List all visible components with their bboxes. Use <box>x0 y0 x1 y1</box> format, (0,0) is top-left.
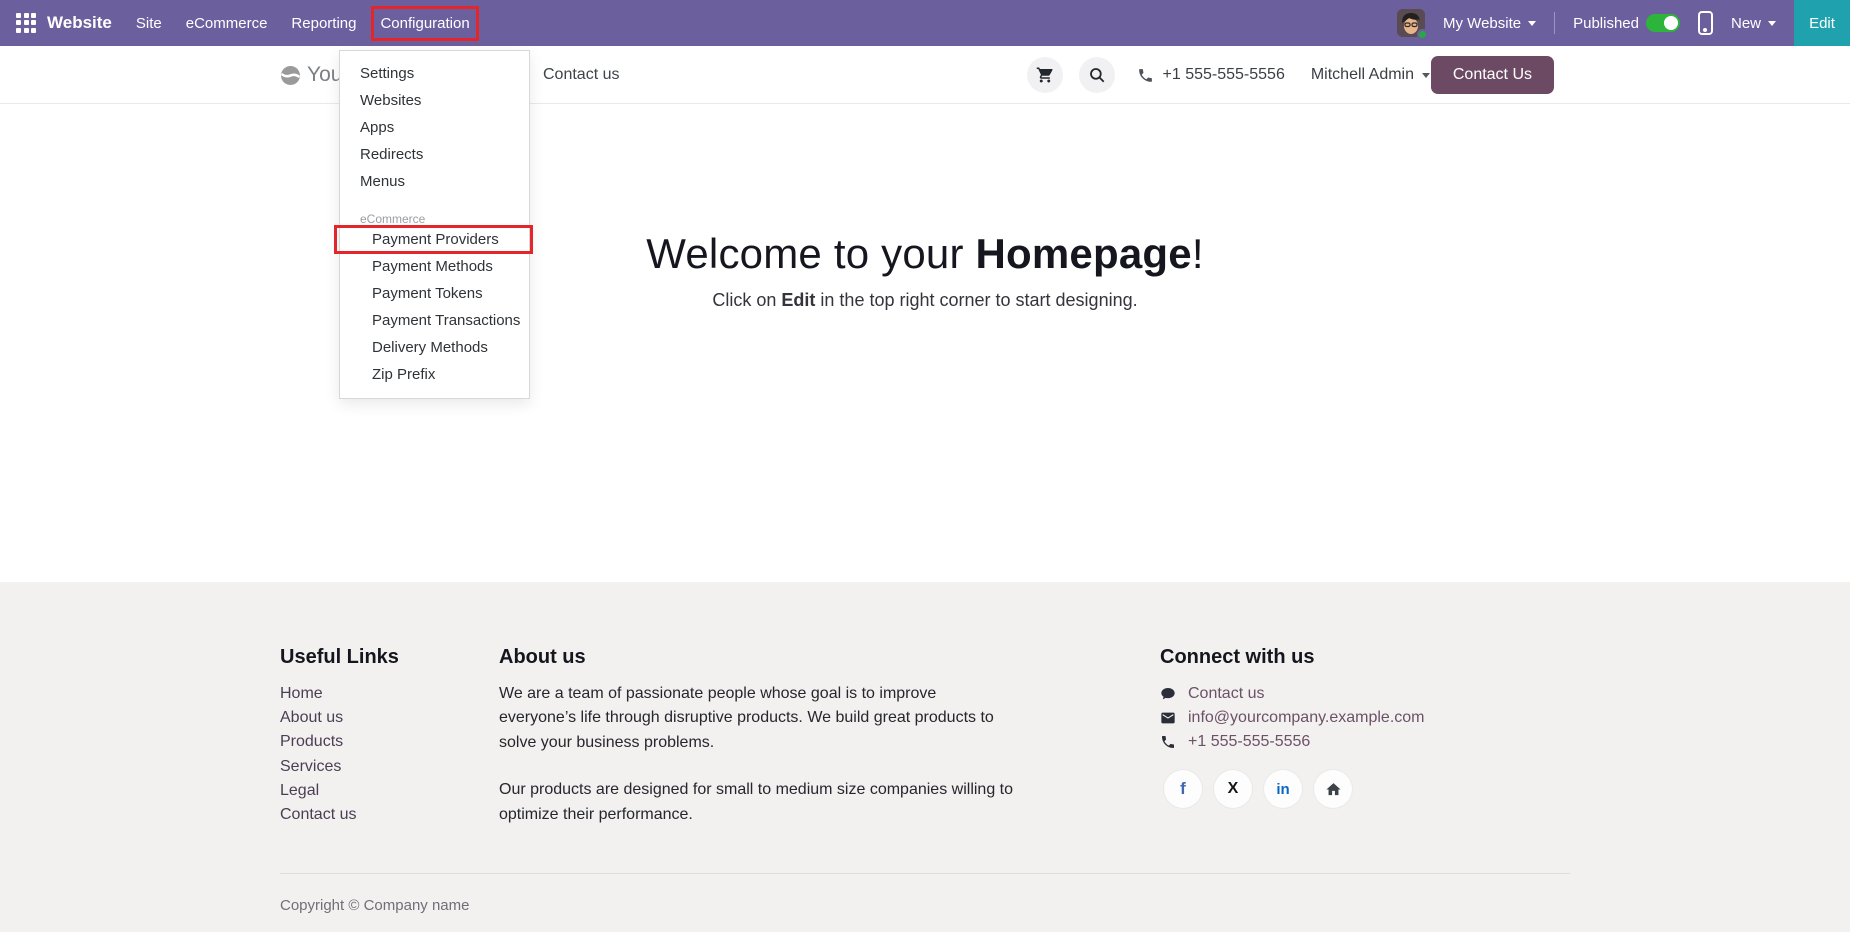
header-phone-number: +1 555-555-5556 <box>1163 66 1285 84</box>
apps-grid-icon[interactable] <box>16 13 37 34</box>
footer-link-products[interactable]: Products <box>280 730 399 754</box>
user-menu-label: Mitchell Admin <box>1311 66 1414 84</box>
header-nav-contact-us[interactable]: Contact us <box>543 46 619 104</box>
footer-email-link[interactable]: info@yourcompany.example.com <box>1160 706 1425 730</box>
menu-item-redirects[interactable]: Redirects <box>340 141 529 168</box>
footer-about-paragraph-2: Our products are designed for small to m… <box>499 778 1015 827</box>
chevron-down-icon <box>1768 21 1776 26</box>
configuration-dropdown: Settings Websites Apps Redirects Menus e… <box>339 50 530 399</box>
footer-heading-useful-links: Useful Links <box>280 646 399 669</box>
top-navbar: Website Site eCommerce Reporting Configu… <box>0 0 1850 46</box>
contact-us-button[interactable]: Contact Us <box>1431 56 1554 94</box>
company-logo-icon <box>280 65 301 86</box>
online-status-dot <box>1417 29 1428 40</box>
website-switcher-label: My Website <box>1443 15 1521 32</box>
navbar-menu-configuration[interactable]: Configuration <box>380 15 469 32</box>
social-linkedin-button[interactable]: in <box>1264 770 1302 808</box>
menu-item-payment-providers[interactable]: Payment Providers <box>340 226 529 253</box>
footer-link-services[interactable]: Services <box>280 755 399 779</box>
envelope-icon <box>1160 710 1176 726</box>
page-subtitle: Click on Edit in the top right corner to… <box>0 290 1850 311</box>
home-icon <box>1325 781 1342 798</box>
header-actions: +1 555-555-5556 Mitchell Admin <box>1027 46 1430 104</box>
cart-icon <box>1036 66 1054 84</box>
menu-item-menus[interactable]: Menus <box>340 168 529 195</box>
menu-item-apps[interactable]: Apps <box>340 114 529 141</box>
social-x-button[interactable]: X <box>1214 770 1252 808</box>
navbar-menu-ecommerce[interactable]: eCommerce <box>186 15 268 32</box>
footer-divider <box>280 873 1570 874</box>
footer-link-legal[interactable]: Legal <box>280 779 399 803</box>
cart-button[interactable] <box>1027 57 1063 93</box>
new-button-label: New <box>1731 15 1761 32</box>
user-avatar[interactable] <box>1397 9 1425 37</box>
menu-item-settings[interactable]: Settings <box>340 60 529 87</box>
footer-about: About us We are a team of passionate peo… <box>499 646 1015 827</box>
published-group: Published <box>1573 14 1680 32</box>
published-label: Published <box>1573 15 1639 32</box>
menu-item-delivery-methods[interactable]: Delivery Methods <box>340 334 529 361</box>
chat-icon <box>1160 686 1176 702</box>
footer-useful-links: Useful Links Home About us Products Serv… <box>280 646 399 827</box>
website-switcher[interactable]: My Website <box>1443 15 1536 32</box>
footer-contact-link[interactable]: Contact us <box>1160 682 1425 706</box>
phone-icon <box>1137 67 1154 84</box>
site-logo[interactable]: You <box>280 46 342 104</box>
phone-icon <box>1160 734 1176 750</box>
social-home-button[interactable] <box>1314 770 1352 808</box>
menu-item-zip-prefix[interactable]: Zip Prefix <box>340 361 529 388</box>
site-header: You Contact us +1 555-555-5556 Mit <box>0 46 1850 104</box>
edit-button[interactable]: Edit <box>1794 0 1850 46</box>
footer-link-contact-us[interactable]: Contact us <box>280 803 399 827</box>
footer-link-about-us[interactable]: About us <box>280 706 399 730</box>
dropdown-section-ecommerce: eCommerce <box>340 204 529 226</box>
linkedin-icon: in <box>1276 781 1289 798</box>
site-footer: Useful Links Home About us Products Serv… <box>0 582 1850 932</box>
search-button[interactable] <box>1079 57 1115 93</box>
facebook-icon: f <box>1180 779 1186 799</box>
footer-about-paragraph-1: We are a team of passionate people whose… <box>499 682 1015 755</box>
navbar-divider <box>1554 12 1555 34</box>
menu-item-payment-tokens[interactable]: Payment Tokens <box>340 280 529 307</box>
footer-link-home[interactable]: Home <box>280 682 399 706</box>
site-logo-text: You <box>307 63 342 87</box>
chevron-down-icon <box>1528 21 1536 26</box>
main-content: Welcome to your Homepage! Click on Edit … <box>0 104 1850 311</box>
navbar-menus: Site eCommerce Reporting Configuration <box>136 15 470 32</box>
footer-phone-link[interactable]: +1 555-555-5556 <box>1160 730 1425 754</box>
page-title: Welcome to your Homepage! <box>0 230 1850 278</box>
odoo-website-page: Website Site eCommerce Reporting Configu… <box>0 0 1850 932</box>
navbar-menu-reporting[interactable]: Reporting <box>291 15 356 32</box>
x-twitter-icon: X <box>1228 780 1239 798</box>
search-icon <box>1088 66 1106 84</box>
navbar-left-group: Website Site eCommerce Reporting Configu… <box>0 13 470 34</box>
menu-item-websites[interactable]: Websites <box>340 87 529 114</box>
navbar-right-group: My Website Published New Edit <box>1397 0 1850 46</box>
chevron-down-icon <box>1422 73 1430 78</box>
navbar-menu-site[interactable]: Site <box>136 15 162 32</box>
app-name[interactable]: Website <box>47 13 112 33</box>
menu-item-payment-methods[interactable]: Payment Methods <box>340 253 529 280</box>
mobile-preview-icon[interactable] <box>1698 11 1713 35</box>
copyright-text: Copyright © Company name <box>280 897 469 914</box>
published-toggle[interactable] <box>1646 14 1680 32</box>
header-phone[interactable]: +1 555-555-5556 <box>1137 66 1285 84</box>
menu-item-payment-transactions[interactable]: Payment Transactions <box>340 307 529 334</box>
footer-social-row: f X in <box>1164 770 1352 808</box>
new-button[interactable]: New <box>1731 15 1776 32</box>
user-menu[interactable]: Mitchell Admin <box>1311 66 1430 84</box>
footer-heading-about-us: About us <box>499 646 1015 669</box>
social-facebook-button[interactable]: f <box>1164 770 1202 808</box>
footer-heading-connect: Connect with us <box>1160 646 1425 669</box>
footer-connect: Connect with us Contact us info@yourcomp… <box>1160 646 1425 755</box>
